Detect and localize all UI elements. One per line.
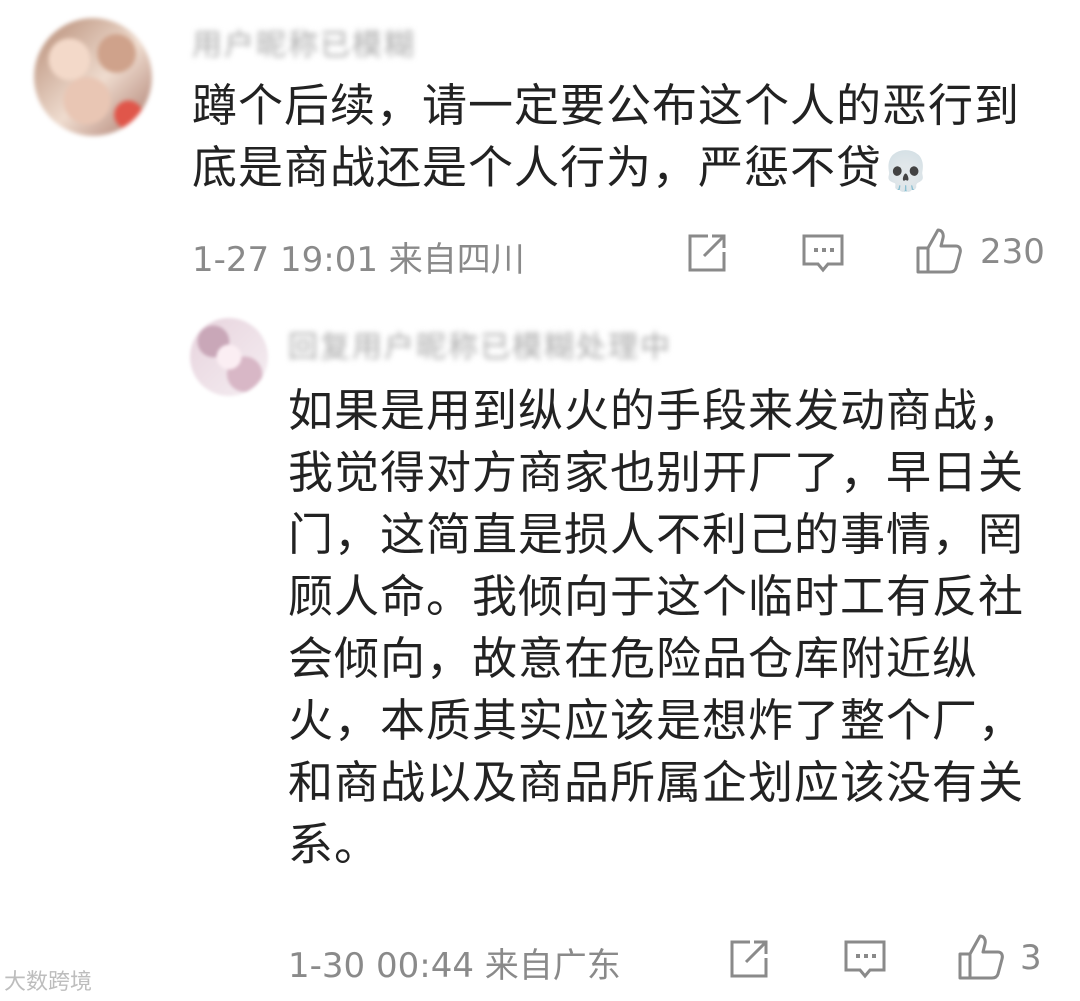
share-icon[interactable] bbox=[726, 936, 772, 982]
comment-location: 来自广东 bbox=[484, 946, 621, 986]
avatar[interactable] bbox=[190, 318, 268, 396]
comment-text: 如果是用到纵火的手段来发动商战，我觉得对方商家也别开厂了，早日关门，这简直是损人… bbox=[288, 384, 1025, 871]
skull-emoji-icon: 💀 bbox=[882, 149, 931, 193]
thumbs-up-icon[interactable] bbox=[956, 932, 1006, 982]
comment-time: 1-27 19:01 bbox=[192, 240, 378, 280]
avatar[interactable] bbox=[34, 18, 152, 136]
comment-location: 来自四川 bbox=[388, 240, 525, 280]
watermark: 大数跨境 bbox=[4, 970, 93, 995]
comment-text: 蹲个后续，请一定要公布这个人的恶行到底是商战还是个人行为，严惩不贷💀 bbox=[192, 75, 1052, 202]
comment-icon[interactable] bbox=[800, 230, 846, 276]
comment-icon[interactable] bbox=[842, 936, 888, 982]
thumbs-up-icon[interactable] bbox=[914, 226, 964, 276]
comment-meta: 1-30 00:44 来自广东 bbox=[288, 938, 621, 987]
like-count: 230 bbox=[980, 232, 1045, 272]
share-icon[interactable] bbox=[684, 230, 730, 276]
comment-meta: 1-27 19:01 来自四川 bbox=[192, 232, 525, 281]
comment-time: 1-30 00:44 bbox=[288, 946, 474, 986]
username[interactable]: 用户昵称已模糊 bbox=[192, 20, 416, 64]
like-count: 3 bbox=[1020, 938, 1042, 978]
username[interactable]: 回复用户昵称已模糊处理中 bbox=[288, 322, 672, 366]
